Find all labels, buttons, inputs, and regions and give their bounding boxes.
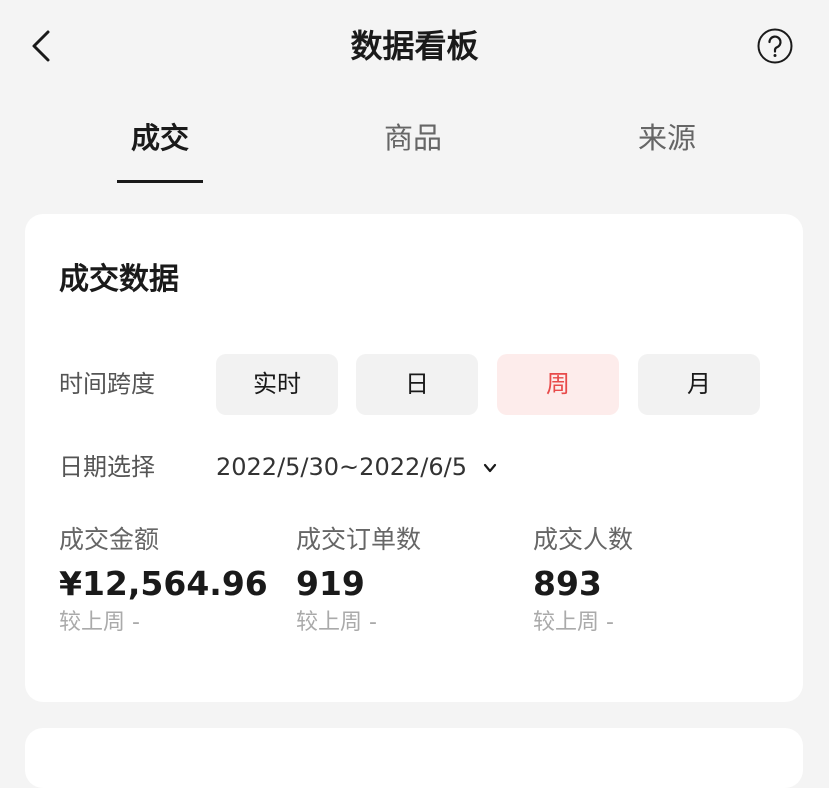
time-span-realtime[interactable]: 实时 [216, 354, 338, 415]
metric-compare: 较上周 - [296, 610, 377, 635]
chevron-down-icon [483, 463, 496, 473]
metric-label: 成交人数 [533, 525, 634, 554]
date-range-value: 2022/5/30~2022/6/5 [216, 453, 467, 481]
deal-data-card: 成交数据 时间跨度 实时 日 周 月 日期选择 2022/5/30~2022/6… [25, 214, 803, 702]
metric-compare: 较上周 - [59, 610, 140, 635]
page-title: 数据看板 [350, 27, 479, 65]
top-bar: 数据看板 [0, 0, 829, 92]
time-span-month[interactable]: 月 [638, 354, 760, 415]
date-range-selector[interactable]: 2022/5/30~2022/6/5 [216, 452, 497, 482]
metric-label: 成交金额 [59, 525, 160, 554]
metric-orders: 成交订单数 919 较上周 - [296, 524, 526, 638]
tab-products[interactable]: 商品 [343, 120, 483, 156]
metric-value: ¥12,564.96 [59, 564, 268, 603]
time-span-day[interactable]: 日 [356, 354, 478, 415]
date-select-label: 日期选择 [59, 453, 155, 481]
time-span-week[interactable]: 周 [497, 354, 619, 415]
tab-sources[interactable]: 来源 [597, 120, 737, 156]
time-span-label: 时间跨度 [59, 370, 155, 398]
question-circle-icon[interactable] [757, 28, 793, 64]
metric-value: 919 [296, 564, 365, 603]
tab-bar: 成交 商品 来源 [0, 100, 829, 190]
metric-gmv: 成交金额 ¥12,564.96 较上周 - [59, 524, 289, 638]
metric-compare: 较上周 - [533, 610, 614, 635]
card-title: 成交数据 [59, 262, 179, 297]
metric-label: 成交订单数 [296, 525, 422, 554]
metric-buyers: 成交人数 893 较上周 - [533, 524, 763, 638]
metric-value: 893 [533, 564, 602, 603]
tab-deals[interactable]: 成交 [90, 120, 230, 156]
active-tab-indicator [117, 180, 203, 183]
next-card [25, 728, 803, 788]
